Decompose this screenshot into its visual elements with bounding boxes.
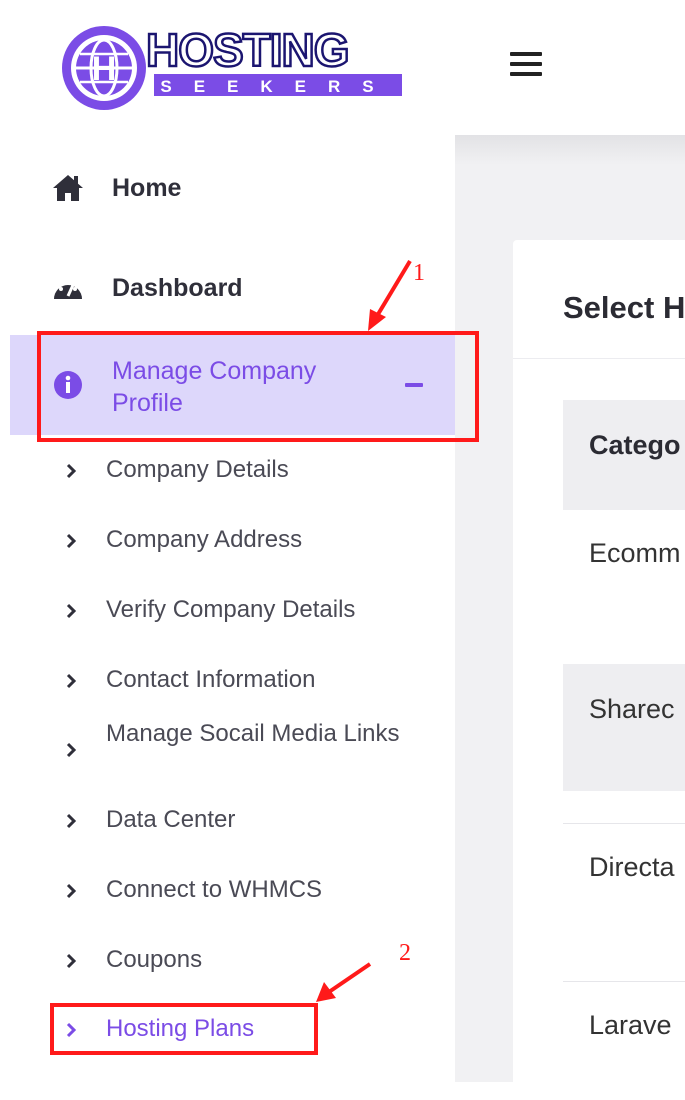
- logo-subword: SEEKERS: [160, 77, 395, 96]
- sidebar-item-home[interactable]: Home: [0, 168, 455, 208]
- table-cell: Directa: [589, 852, 675, 882]
- sidebar-item-label: Home: [112, 173, 182, 202]
- submenu-item-verify-company-details[interactable]: Verify Company Details: [0, 594, 455, 628]
- submenu-item-data-center[interactable]: Data Center: [0, 804, 455, 838]
- sidebar-item-label: Dashboard: [112, 273, 243, 302]
- submenu-item-contact-information[interactable]: Contact Information: [0, 664, 455, 698]
- chevron-right-icon: [63, 671, 79, 691]
- submenu-item-label: Company Details: [106, 456, 289, 483]
- table-cell: Sharec: [589, 694, 675, 724]
- chevron-right-icon: [63, 461, 79, 481]
- submenu-item-manage-social-media-links[interactable]: Manage Socail Media Links: [0, 718, 455, 782]
- table-cell: Ecomm: [589, 538, 681, 568]
- card-title: Select H: [563, 290, 685, 325]
- table-row[interactable]: Larave: [563, 982, 685, 1092]
- chevron-right-icon: [63, 531, 79, 551]
- table-row[interactable]: Ecomm: [563, 510, 685, 660]
- chevron-right-icon: [63, 881, 79, 901]
- main-content: Select H Catego Ecomm Sharec Directa Lar…: [455, 135, 685, 1100]
- annotation-arrow-2-icon: [316, 962, 372, 1002]
- submenu-item-label: Manage Socail Media Links: [106, 720, 400, 747]
- submenu-item-coupons[interactable]: Coupons: [0, 944, 455, 978]
- submenu-item-connect-to-whmcs[interactable]: Connect to WHMCS: [0, 874, 455, 908]
- annotation-arrow-1-icon: [368, 259, 412, 331]
- dashboard-gauge-icon: [50, 270, 86, 306]
- annotation-number-1: 1: [413, 260, 425, 286]
- annotation-highlight-box-1: [37, 331, 479, 442]
- chevron-right-icon: [63, 951, 79, 971]
- logo-wordmark: HOSTING: [146, 24, 349, 76]
- submenu-item-label: Data Center: [106, 806, 236, 833]
- svg-text:H: H: [92, 50, 117, 88]
- annotation-highlight-box-2: [50, 1003, 318, 1055]
- hosting-seekers-logo[interactable]: H HOSTING SEEKERS: [58, 22, 408, 114]
- table-cell: Larave: [589, 1010, 672, 1040]
- top-header: [455, 0, 685, 135]
- submenu-item-label: Coupons: [106, 946, 203, 973]
- chevron-right-icon: [63, 601, 79, 621]
- table-header: Catego: [563, 400, 685, 510]
- table-header-category: Catego: [589, 430, 681, 460]
- sidebar: H HOSTING SEEKERS Home Dashboard Manage …: [0, 0, 457, 1082]
- chevron-right-icon: [63, 811, 79, 831]
- submenu-item-company-details[interactable]: Company Details: [0, 454, 455, 488]
- annotation-number-2: 2: [399, 940, 411, 966]
- submenu-item-company-address[interactable]: Company Address: [0, 524, 455, 558]
- submenu-item-label: Verify Company Details: [106, 596, 356, 623]
- submenu-item-label: Connect to WHMCS: [106, 876, 323, 903]
- table-row[interactable]: Sharec: [563, 664, 685, 791]
- home-icon: [50, 170, 86, 206]
- chevron-right-icon: [63, 740, 79, 760]
- submenu-item-label: Contact Information: [106, 666, 316, 693]
- submenu-item-label: Company Address: [106, 526, 303, 553]
- hamburger-menu-icon[interactable]: [510, 52, 542, 80]
- table-row[interactable]: Directa: [563, 824, 685, 980]
- hosting-category-card: Select H Catego Ecomm Sharec Directa Lar…: [513, 240, 685, 1100]
